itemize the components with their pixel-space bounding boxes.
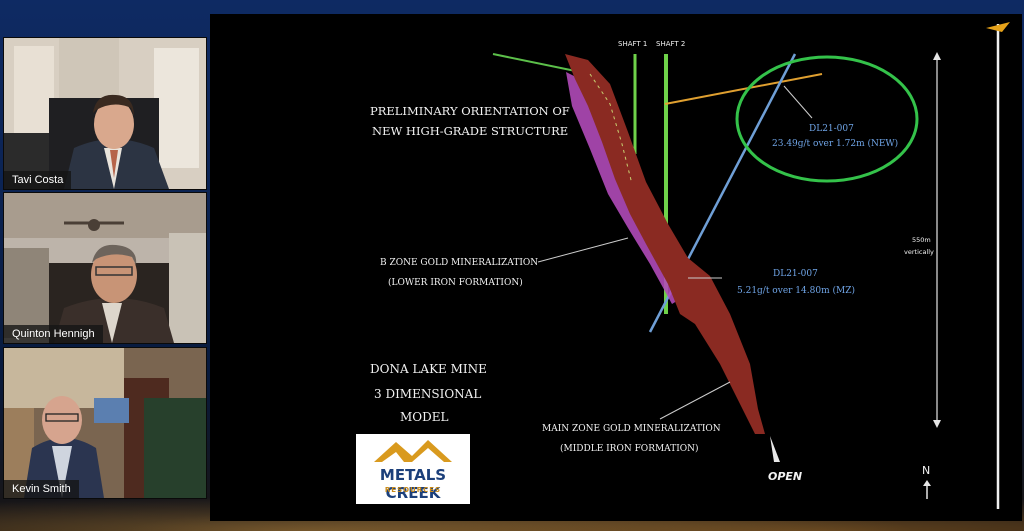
dl-top-id: DL21-007 (809, 124, 854, 134)
video-tile-tavi-costa[interactable]: Tavi Costa (3, 37, 207, 190)
b-zone-label-line2: (LOWER IRON FORMATION) (388, 278, 523, 288)
metals-creek-logo: METALS CREEK RESOURCES (356, 434, 470, 504)
shaft-2-label: SHAFT 2 (656, 40, 686, 48)
main-zone-label-line2: (MIDDLE IRON FORMATION) (560, 444, 699, 454)
main-zone-label-line1: MAIN ZONE GOLD MINERALIZATION (542, 424, 721, 434)
shared-slide: SHAFT 1 SHAFT 2 PRELIMINARY ORIENTATION … (210, 14, 1022, 521)
video-tile-kevin-smith[interactable]: Kevin Smith (3, 347, 207, 499)
dl-top-value: 23.49g/t over 1.72m (NEW) (772, 139, 899, 149)
open-label: OPEN (768, 470, 803, 483)
dl-mid-id: DL21-007 (773, 269, 818, 279)
b-zone-label-line1: B ZONE GOLD MINERALIZATION (380, 258, 539, 268)
participant-name: Quinton Hennigh (4, 325, 103, 343)
participant-name: Tavi Costa (4, 171, 72, 189)
title-line3: MODEL (400, 410, 449, 424)
logo-line1: METALS CREEK (379, 466, 447, 502)
dl-mid-value: 5.21g/t over 14.80m (MZ) (737, 286, 855, 296)
scale-label-line2: vertically (904, 248, 934, 256)
participant-video (4, 38, 206, 189)
logo-line2: RESOURCES (384, 486, 442, 494)
shaft-1-label: SHAFT 1 (618, 40, 648, 48)
title-line2: 3 DIMENSIONAL (374, 387, 482, 401)
title-line1: DONA LAKE MINE (370, 362, 487, 376)
north-label: N (922, 464, 931, 477)
participant-video (4, 193, 206, 343)
logo-mountains-icon (374, 440, 452, 462)
highlight-ellipse (735, 55, 919, 183)
open-arrow (770, 436, 780, 462)
video-tile-quinton-hennigh[interactable]: Quinton Hennigh (3, 192, 207, 344)
participant-name: Kevin Smith (4, 480, 79, 498)
orientation-label-line1: PRELIMINARY ORIENTATION OF (370, 104, 570, 118)
scale-label-line1: 550m (912, 236, 931, 244)
orientation-label-line2: NEW HIGH-GRADE STRUCTURE (372, 124, 569, 138)
orange-drillhole (664, 73, 823, 105)
north-arrow-icon (923, 480, 931, 486)
marker-flag-icon (986, 22, 1010, 32)
participant-video (4, 348, 206, 498)
